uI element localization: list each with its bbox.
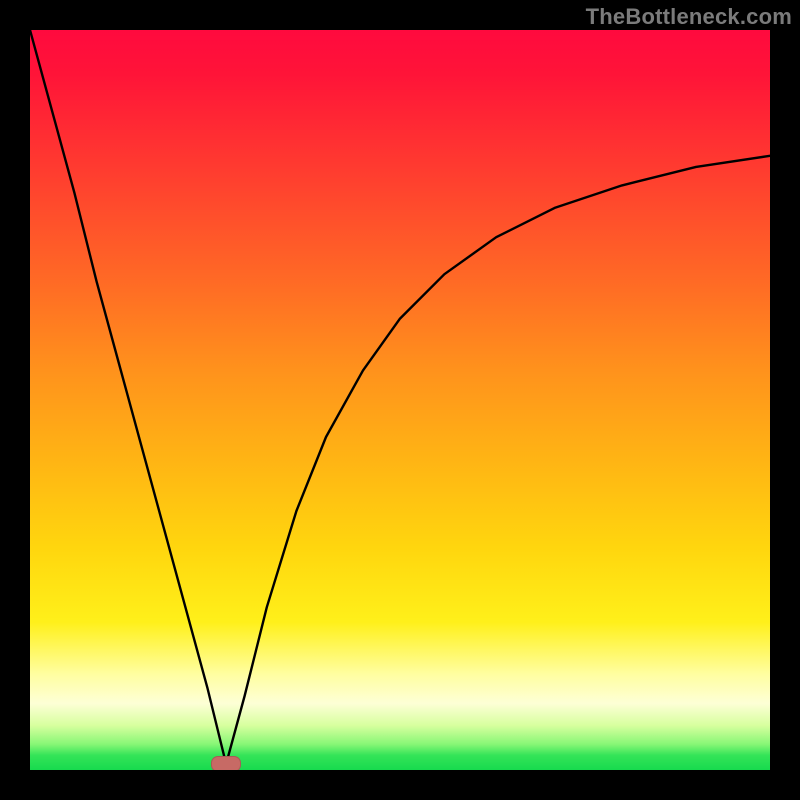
minimum-marker [211, 756, 241, 770]
plot-area [30, 30, 770, 770]
chart-frame: TheBottleneck.com [0, 0, 800, 800]
curve-layer [30, 30, 770, 770]
curve-path [30, 30, 770, 764]
attribution-text: TheBottleneck.com [586, 4, 792, 30]
